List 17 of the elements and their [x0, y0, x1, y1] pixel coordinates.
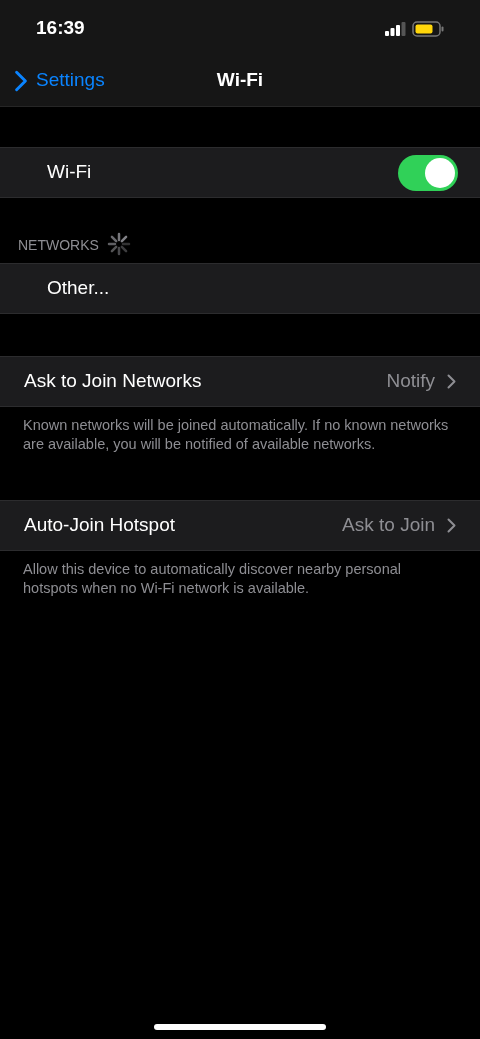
- battery-icon: [412, 20, 444, 37]
- back-chevron-icon: [14, 69, 28, 92]
- chevron-icon: [447, 374, 456, 389]
- footer-note: Known networks will be joined automatically. If no known networks are available, you will be notified of available networks.: [22, 416, 450, 454]
- page-title: Wi-Fi: [216, 68, 264, 93]
- networks-header: NETWORKS: [18, 236, 99, 255]
- wifi-label: Wi-Fi: [47, 160, 92, 185]
- chevron-icon: [447, 518, 456, 533]
- loading-spinner-icon: [106, 232, 131, 256]
- wifi-toggle[interactable]: [398, 154, 458, 191]
- settings-row[interactable]: Ask to Join Networks Notify: [0, 356, 480, 407]
- back-button[interactable]: Settings: [14, 66, 105, 95]
- settings-row[interactable]: Auto-Join Hotspot Ask to Join: [0, 500, 480, 551]
- footer-note: Allow this device to automatically discover nearby personal hotspots when no Wi-Fi network is available.: [22, 560, 402, 598]
- signal-icon: [385, 21, 406, 36]
- network-row[interactable]: Other...: [0, 263, 480, 314]
- status-time: 16:39: [36, 16, 85, 41]
